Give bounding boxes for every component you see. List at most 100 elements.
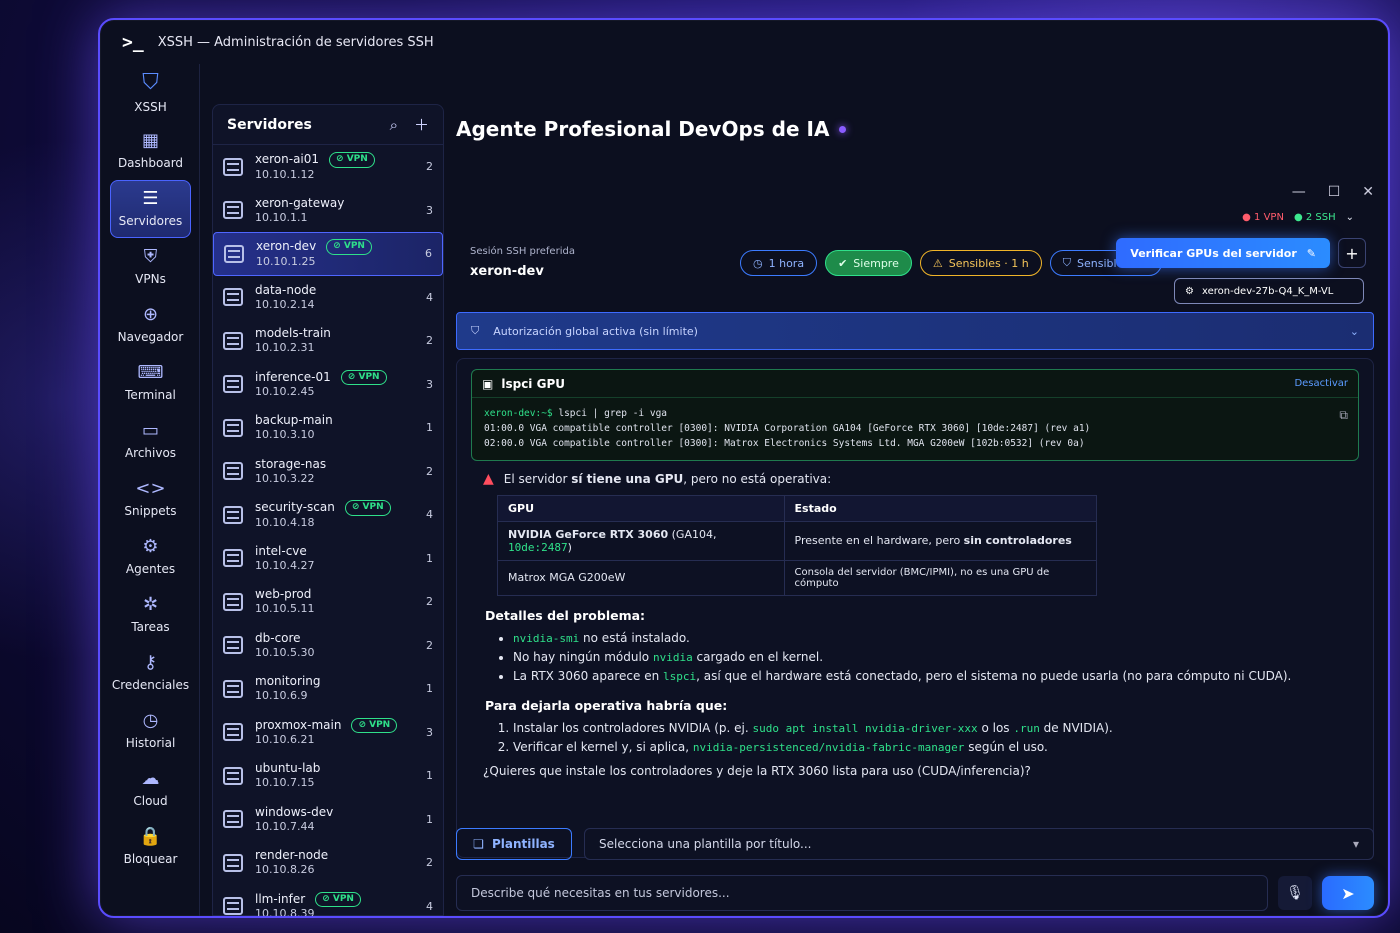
templates-button[interactable]: ❏ Plantillas — [456, 828, 572, 860]
server-row[interactable]: storage-nas 10.10.3.22 2 — [213, 450, 443, 494]
server-name-line: monitoring — [255, 674, 407, 689]
server-ip: 10.10.8.39 — [255, 907, 315, 918]
nav-item-navegador[interactable]: ⊕ Navegador — [110, 296, 191, 354]
list-item: No hay ningún módulo nvidia cargado en e… — [513, 648, 1347, 667]
chevron-down-icon[interactable]: ⌄ — [1350, 325, 1359, 338]
table-cell: Consola del servidor (BMC/IPMI), no es u… — [783, 559, 1098, 596]
nav-item-dashboard[interactable]: ▦ Dashboard — [110, 122, 191, 180]
server-row[interactable]: intel-cve 10.10.4.27 1 — [213, 537, 443, 581]
server-row[interactable]: data-node 10.10.2.14 4 — [213, 276, 443, 320]
auth-chip[interactable]: ◷ 1 hora — [740, 250, 818, 276]
server-icon — [223, 810, 243, 829]
server-ip: 10.10.2.31 — [255, 341, 315, 355]
chat-area[interactable]: ▣ lspci GPU Desactivar ⧉ xeron-dev:~$ ls… — [456, 358, 1374, 858]
nav-item-agentes[interactable]: ⚙ Agentes — [110, 528, 191, 586]
server-row[interactable]: db-core 10.10.5.30 2 — [213, 624, 443, 668]
tool-card-title: lspci GPU — [501, 376, 565, 391]
maximize-icon[interactable]: ☐ — [1328, 184, 1341, 200]
nav-item-servidores[interactable]: ☰ Servidores — [110, 180, 191, 238]
server-name: db-core — [255, 630, 301, 645]
auth-chip[interactable]: ✔ Siempre — [825, 250, 912, 276]
verify-gpus-label: Verificar GPUs del servidor — [1130, 246, 1297, 260]
nav-item-bloquear[interactable]: 🔒 Bloquear — [110, 818, 191, 876]
server-row[interactable]: xeron-ai01 ⊘ VPN 10.10.1.12 2 — [213, 145, 443, 189]
server-row[interactable]: inference-01 ⊘ VPN 10.10.2.45 3 — [213, 363, 443, 407]
minimize-icon[interactable]: — — [1292, 184, 1306, 200]
server-ip: 10.10.5.11 — [255, 602, 315, 616]
deactivate-link[interactable]: Desactivar — [1294, 378, 1348, 389]
nav-item-terminal[interactable]: ⌨ Terminal — [110, 354, 191, 412]
session-value[interactable]: xeron-dev — [470, 264, 544, 279]
nav-item-tareas[interactable]: ✲ Tareas — [110, 586, 191, 644]
server-ip: 10.10.3.22 — [255, 471, 315, 485]
list-text: cargado en el kernel. — [692, 649, 824, 664]
nav-item-label: Terminal — [125, 388, 176, 402]
close-icon[interactable]: ✕ — [1362, 184, 1374, 200]
server-ip: 10.10.6.9 — [255, 689, 308, 703]
agent-question: ¿Quieres que instale los controladores y… — [483, 763, 1031, 778]
auth-bar-text: Autorización global activa (sin límite) — [493, 324, 698, 338]
server-text: monitoring 10.10.6.9 — [255, 674, 407, 703]
nav-brand[interactable]: ⛉ XSSH — [110, 64, 191, 122]
server-text: web-prod 10.10.5.11 — [255, 587, 407, 616]
server-name: xeron-dev — [256, 239, 317, 254]
ssh-status-badge: ● 2 SSH — [1293, 212, 1336, 223]
server-row[interactable]: proxmox-main ⊘ VPN 10.10.6.21 3 — [213, 711, 443, 755]
server-row[interactable]: xeron-dev ⊘ VPN 10.10.1.25 6 — [213, 232, 443, 276]
session-count: 6 — [425, 247, 432, 261]
nav-item-historial[interactable]: ◷ Historial — [110, 702, 191, 760]
server-row[interactable]: llm-infer ⊘ VPN 10.10.8.39 4 — [213, 885, 443, 918]
server-row[interactable]: models-train 10.10.2.31 2 — [213, 319, 443, 363]
gpu-pci-id: 10de:2487 — [508, 540, 568, 554]
auth-chip[interactable]: ⚠ Sensibles · 1 h — [919, 250, 1042, 276]
nav-item-credenciales[interactable]: ⚷ Credenciales — [110, 644, 191, 702]
server-ip: 10.10.2.14 — [255, 297, 315, 311]
server-row[interactable]: web-prod 10.10.5.11 2 — [213, 580, 443, 624]
vpn-badge: ⊘ VPN — [326, 239, 372, 255]
gpu-name: NVIDIA GeForce RTX 3060 — [508, 527, 669, 541]
session-count: 2 — [426, 856, 433, 870]
session-bar: Sesión SSH preferida xeron-dev ◷ 1 hora ✔ S… — [456, 238, 1374, 304]
nav-item-snippets[interactable]: <> Snippets — [110, 470, 191, 528]
server-icon — [223, 331, 243, 350]
model-selector[interactable]: ⚙ xeron-dev-27b-Q4_K_M-VL — [1174, 278, 1364, 304]
server-name: windows-dev — [255, 804, 334, 819]
server-row[interactable]: security-scan ⊘ VPN 10.10.4.18 4 — [213, 493, 443, 537]
model-name: xeron-dev-27b-Q4_K_M-VL — [1201, 285, 1334, 297]
nav-item-archivos[interactable]: ▭ Archivos — [110, 412, 191, 470]
server-row[interactable]: render-node 10.10.8.26 2 — [213, 841, 443, 885]
nav-item-vpns[interactable]: ⛨ VPNs — [110, 238, 191, 296]
vpn-badge: ⊘ VPN — [329, 152, 375, 168]
pencil-icon: ✎ — [1306, 246, 1316, 260]
chevron-down-icon[interactable]: ⌄ — [1346, 212, 1354, 223]
auth-chip-label: 1 hora — [768, 256, 805, 270]
server-row[interactable]: xeron-gateway 10.10.1.1 3 — [213, 189, 443, 233]
copy-icon[interactable]: ⧉ — [1339, 406, 1348, 425]
vpn-badge: ⊘ VPN — [340, 369, 387, 385]
verify-gpus-button[interactable]: Verificar GPUs del servidor ✎ — [1116, 238, 1330, 268]
server-row[interactable]: backup-main 10.10.3.10 1 — [213, 406, 443, 450]
terminal-command-line: xeron-dev:~$ lspci | grep -i vga — [484, 406, 1346, 421]
nav-item-cloud[interactable]: ☁ Cloud — [110, 760, 191, 818]
prompt-input[interactable] — [456, 875, 1268, 911]
server-row[interactable]: monitoring 10.10.6.9 1 — [213, 667, 443, 711]
template-select[interactable]: Selecciona una plantilla por título... ▾ — [584, 828, 1374, 860]
server-ip: 10.10.1.1 — [255, 210, 308, 224]
global-authorization-bar[interactable]: ⛉ Autorización global activa (sin límite… — [456, 312, 1374, 350]
shield-icon: ⛉ — [1062, 256, 1071, 269]
server-row[interactable]: ubuntu-lab 10.10.7.15 1 — [213, 754, 443, 798]
add-server-icon[interactable]: ＋ — [414, 114, 429, 135]
connection-status[interactable]: ● 1 VPN ● 2 SSH ⌄ — [1242, 212, 1354, 223]
send-button[interactable]: ➤ — [1322, 876, 1374, 910]
list-text: según el uso. — [964, 740, 1048, 755]
search-icon[interactable]: ⌕ — [390, 116, 398, 134]
list-item: Instalar los controladores NVIDIA (p. ej… — [513, 719, 1347, 738]
server-row[interactable]: windows-dev 10.10.7.44 1 — [213, 798, 443, 842]
microphone-button[interactable]: 🎙 — [1278, 876, 1312, 910]
auth-chip-label: Siempre — [853, 256, 899, 270]
add-session-button[interactable]: + — [1338, 238, 1366, 268]
server-icon — [223, 853, 243, 872]
server-text: xeron-ai01 ⊘ VPN 10.10.1.12 — [255, 152, 407, 181]
server-ip: 10.10.8.26 — [255, 863, 315, 877]
server-text: storage-nas 10.10.3.22 — [255, 457, 407, 486]
